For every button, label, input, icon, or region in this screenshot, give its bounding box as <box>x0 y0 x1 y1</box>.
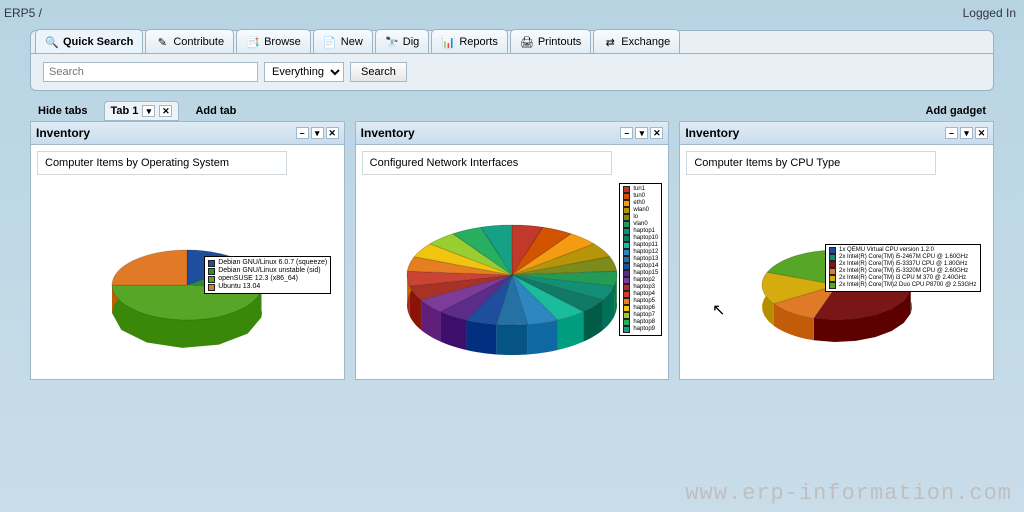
close-icon[interactable]: ✕ <box>326 127 339 139</box>
pie-chart-net <box>402 185 622 375</box>
tab-contribute[interactable]: ✎ Contribute <box>145 29 234 53</box>
minimize-icon[interactable]: – <box>296 127 309 139</box>
tab-chip-label: Tab 1 <box>111 105 139 117</box>
tab-printouts[interactable]: 🖨 Printouts <box>510 29 591 53</box>
contribute-icon: ✎ <box>155 35 169 49</box>
tab-label: Printouts <box>538 36 581 48</box>
tab-exchange[interactable]: ⇄ Exchange <box>593 29 680 53</box>
chevron-down-icon[interactable]: ▾ <box>142 105 155 117</box>
gadget-subtitle: Computer Items by Operating System <box>37 151 287 175</box>
hide-tabs-button[interactable]: Hide tabs <box>30 101 96 121</box>
gadget-inventory-cpu: Inventory – ▾ ✕ Computer Items by CPU Ty… <box>679 121 994 380</box>
tab-label: Contribute <box>173 36 224 48</box>
gadget-title: Inventory <box>361 126 415 140</box>
tab-label: Reports <box>459 36 498 48</box>
options-icon[interactable]: ▾ <box>311 127 324 139</box>
tab-browse[interactable]: 📑 Browse <box>236 29 311 53</box>
add-tab-button[interactable]: Add tab <box>187 101 244 121</box>
tab-chip-1[interactable]: Tab 1 ▾ ✕ <box>104 101 180 121</box>
minimize-icon[interactable]: – <box>620 127 633 139</box>
login-status: Logged In <box>963 6 1016 20</box>
search-button[interactable]: Search <box>350 62 407 82</box>
reports-icon: 📊 <box>441 35 455 49</box>
tab-quick-search[interactable]: 🔍 Quick Search <box>35 29 143 53</box>
minimize-icon[interactable]: – <box>945 127 958 139</box>
add-gadget-button[interactable]: Add gadget <box>918 101 995 121</box>
gadget-title: Inventory <box>685 126 739 140</box>
search-icon: 🔍 <box>45 35 59 49</box>
tab-label: New <box>341 36 363 48</box>
tab-label: Quick Search <box>63 36 133 48</box>
gadget-inventory-os: Inventory – ▾ ✕ Computer Items by Operat… <box>30 121 345 380</box>
close-icon[interactable]: ✕ <box>159 105 172 117</box>
gadget-title: Inventory <box>36 126 90 140</box>
search-input[interactable] <box>43 62 258 82</box>
tab-label: Browse <box>264 36 301 48</box>
gadget-subtitle: Computer Items by CPU Type <box>686 151 936 175</box>
gadget-subtitle: Configured Network Interfaces <box>362 151 612 175</box>
browse-icon: 📑 <box>246 35 260 49</box>
gadget-row: Inventory – ▾ ✕ Computer Items by Operat… <box>30 121 994 380</box>
options-icon[interactable]: ▾ <box>635 127 648 139</box>
breadcrumb[interactable]: ERP5 / <box>4 6 42 20</box>
options-icon[interactable]: ▾ <box>960 127 973 139</box>
new-icon: 📄 <box>323 35 337 49</box>
chart-legend: Debian GNU/Linux 6.0.7 (squeeze)Debian G… <box>204 256 331 294</box>
close-icon[interactable]: ✕ <box>975 127 988 139</box>
chart-legend: 1x QEMU Virtual CPU version 1.2.02x Inte… <box>825 244 980 292</box>
tab-dig[interactable]: 🔭 Dig <box>375 29 430 53</box>
tab-reports[interactable]: 📊 Reports <box>431 29 508 53</box>
tab-label: Exchange <box>621 36 670 48</box>
tab-new[interactable]: 📄 New <box>313 29 373 53</box>
exchange-icon: ⇄ <box>603 35 617 49</box>
chart-legend: tun1tun0eth0wlan0lovlan0haptop1haptop10h… <box>619 183 662 336</box>
dig-icon: 🔭 <box>385 35 399 49</box>
close-icon[interactable]: ✕ <box>650 127 663 139</box>
search-scope-select[interactable]: Everything <box>264 62 344 82</box>
watermark: www.erp-information.com <box>685 481 1012 506</box>
print-icon: 🖨 <box>520 35 534 49</box>
nav-panel: 🔍 Quick Search ✎ Contribute 📑 Browse 📄 N… <box>30 30 994 91</box>
tab-label: Dig <box>403 36 420 48</box>
gadget-inventory-net: Inventory – ▾ ✕ Configured Network Inter… <box>355 121 670 380</box>
